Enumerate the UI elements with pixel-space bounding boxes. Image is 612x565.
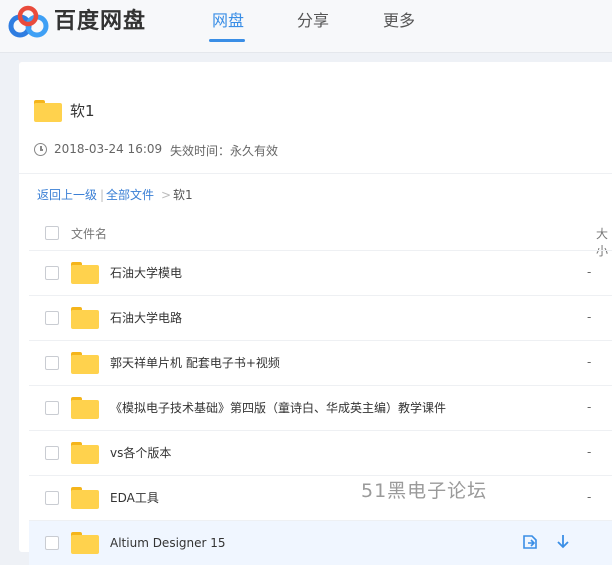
breadcrumb-back[interactable]: 返回上一级 xyxy=(37,187,97,203)
table-row[interactable]: 郭天祥单片机 配套电子书+视频 - xyxy=(29,340,612,385)
top-header: 百度网盘 网盘 分享 更多 xyxy=(0,0,612,53)
baidu-netdisk-logo[interactable] xyxy=(7,5,51,41)
file-size: - xyxy=(587,490,592,504)
breadcrumb-current: 软1 xyxy=(173,188,193,202)
watermark: 51黑电子论坛 xyxy=(361,480,488,502)
table-row[interactable]: EDA工具 - xyxy=(29,475,612,520)
file-name[interactable]: vs各个版本 xyxy=(110,445,171,461)
folder-icon xyxy=(71,262,99,284)
select-all-checkbox[interactable] xyxy=(45,226,59,240)
file-name[interactable]: EDA工具 xyxy=(110,490,159,506)
file-name[interactable]: 石油大学模电 xyxy=(110,265,182,281)
column-header-name[interactable]: 文件名 xyxy=(71,225,107,242)
folder-icon xyxy=(71,442,99,464)
file-size: - xyxy=(587,355,592,369)
file-name[interactable]: 郭天祥单片机 配套电子书+视频 xyxy=(110,355,280,371)
table-row[interactable]: 石油大学模电 - xyxy=(29,250,612,295)
file-size: - xyxy=(587,265,592,279)
nav-share[interactable]: 分享 xyxy=(297,10,329,32)
download-icon[interactable] xyxy=(555,533,571,551)
folder-icon xyxy=(71,397,99,419)
nav-more[interactable]: 更多 xyxy=(383,10,415,32)
breadcrumb-separator: | xyxy=(100,188,105,202)
breadcrumb-arrow: > xyxy=(161,188,172,202)
file-size: - xyxy=(587,400,592,414)
file-size: - xyxy=(587,445,592,459)
file-name[interactable]: Altium Designer 15 xyxy=(110,535,226,551)
row-checkbox[interactable] xyxy=(45,266,59,280)
nav-netdisk[interactable]: 网盘 xyxy=(212,10,244,32)
row-checkbox[interactable] xyxy=(45,446,59,460)
row-checkbox[interactable] xyxy=(45,401,59,415)
divider xyxy=(19,173,612,174)
brand-name[interactable]: 百度网盘 xyxy=(54,8,146,36)
folder-icon xyxy=(71,307,99,329)
folder-icon xyxy=(71,352,99,374)
table-row[interactable]: Altium Designer 15 xyxy=(29,520,612,565)
active-nav-indicator xyxy=(209,39,245,42)
file-name[interactable]: 石油大学电路 xyxy=(110,310,182,326)
breadcrumb-all-files[interactable]: 全部文件 xyxy=(106,187,154,203)
row-checkbox[interactable] xyxy=(45,356,59,370)
file-size: - xyxy=(587,310,592,324)
table-row[interactable]: 《模拟电子技术基础》第四版（童诗白、华成英主编）教学课件 - xyxy=(29,385,612,430)
row-checkbox[interactable] xyxy=(45,311,59,325)
table-row[interactable]: 石油大学电路 - xyxy=(29,295,612,340)
table-row[interactable]: vs各个版本 - xyxy=(29,430,612,475)
folder-icon xyxy=(71,532,99,554)
file-name[interactable]: 《模拟电子技术基础》第四版（童诗白、华成英主编）教学课件 xyxy=(110,400,446,416)
folder-icon xyxy=(34,100,62,122)
folder-icon xyxy=(71,487,99,509)
share-title: 软1 xyxy=(70,102,95,120)
row-checkbox[interactable] xyxy=(45,536,59,550)
row-checkbox[interactable] xyxy=(45,491,59,505)
share-timestamp: 2018-03-24 16:09 xyxy=(54,142,163,156)
clock-icon xyxy=(34,143,47,156)
share-expiry: 失效时间：永久有效 xyxy=(170,144,279,158)
save-icon[interactable] xyxy=(521,533,539,551)
